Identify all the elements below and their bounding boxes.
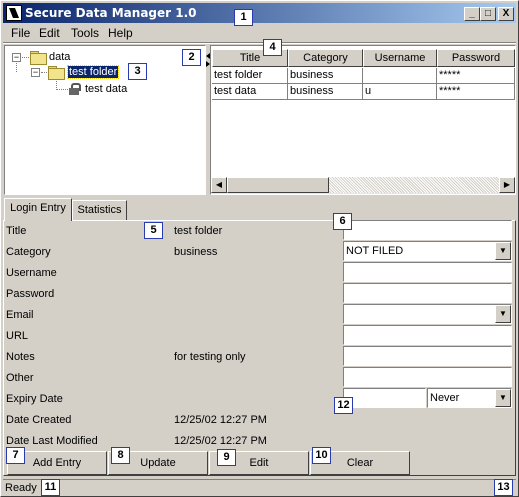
other-field[interactable] xyxy=(343,367,512,387)
category-select-value: NOT FILED xyxy=(346,245,404,257)
badge-13: 13 xyxy=(494,479,513,496)
label-other: Other xyxy=(6,372,34,384)
col-header-username[interactable]: Username xyxy=(363,49,437,67)
tree-node-test-data[interactable]: test data xyxy=(85,83,127,95)
scroll-left-icon[interactable]: ◀ xyxy=(211,177,227,193)
value-notes: for testing only xyxy=(174,351,246,363)
menu-tools[interactable]: Tools xyxy=(71,26,99,40)
value-date-modified: 12/25/02 12:27 PM xyxy=(174,435,267,447)
maximize-button[interactable]: □ xyxy=(480,7,496,21)
status-bar: Ready xyxy=(3,479,516,495)
scroll-thumb[interactable] xyxy=(227,177,329,193)
label-category: Category xyxy=(6,246,51,258)
tree-node-data[interactable]: data xyxy=(49,51,70,63)
col-header-category[interactable]: Category xyxy=(288,49,363,67)
cell-title[interactable]: test folder xyxy=(212,68,288,84)
category-select[interactable]: NOT FILED ▼ xyxy=(343,241,512,261)
badge-1: 1 xyxy=(234,9,253,26)
status-text: Ready xyxy=(5,482,37,494)
badge-4: 4 xyxy=(263,39,282,56)
label-notes: Notes xyxy=(6,351,35,363)
cell-category[interactable]: business xyxy=(288,84,363,100)
label-email: Email xyxy=(6,309,34,321)
close-button[interactable]: X xyxy=(498,7,514,21)
scroll-track[interactable] xyxy=(329,177,499,193)
folder-icon xyxy=(30,51,47,65)
badge-6: 6 xyxy=(333,213,352,230)
cell-username[interactable] xyxy=(363,68,437,84)
username-field[interactable] xyxy=(343,262,512,282)
scroll-right-icon[interactable]: ▶ xyxy=(499,177,515,193)
minimize-button[interactable]: _ xyxy=(464,7,480,21)
cell-category[interactable]: business xyxy=(288,68,363,84)
cell-password[interactable]: ***** xyxy=(437,84,515,100)
badge-9: 9 xyxy=(217,449,236,466)
expiry-select[interactable]: Never ▼ xyxy=(427,388,512,408)
badge-3: 3 xyxy=(128,63,147,80)
tree-node-test-folder[interactable]: test folder xyxy=(66,65,120,79)
label-title: Title xyxy=(6,225,27,237)
badge-7: 7 xyxy=(6,447,25,464)
url-field[interactable] xyxy=(343,325,512,345)
folder-tree[interactable]: − data − test folder test data xyxy=(4,45,206,195)
label-date-modified: Date Last Modified xyxy=(6,435,98,447)
cell-username[interactable]: u xyxy=(363,84,437,100)
expiry-select-value: Never xyxy=(430,392,460,404)
value-date-created: 12/25/02 12:27 PM xyxy=(174,414,267,426)
cell-title[interactable]: test data xyxy=(212,84,288,100)
menu-edit[interactable]: Edit xyxy=(39,26,60,40)
collapse-icon[interactable]: − xyxy=(12,53,21,62)
menu-bar: File Edit Tools Help xyxy=(3,24,516,42)
chevron-down-icon[interactable]: ▼ xyxy=(495,389,511,407)
window-title: Secure Data Manager 1.0 xyxy=(25,6,197,20)
title-field[interactable] xyxy=(343,220,512,240)
badge-10: 10 xyxy=(312,447,331,464)
chevron-down-icon[interactable]: ▼ xyxy=(495,305,511,323)
menu-file[interactable]: File xyxy=(11,26,30,40)
label-username: Username xyxy=(6,267,57,279)
value-title: test folder xyxy=(174,225,223,237)
value-category: business xyxy=(174,246,218,258)
expiry-date-field[interactable] xyxy=(343,388,426,408)
label-password: Password xyxy=(6,288,55,300)
badge-8: 8 xyxy=(111,447,130,464)
tab-login-entry[interactable]: Login Entry xyxy=(4,198,72,221)
app-icon xyxy=(6,5,22,21)
password-field[interactable] xyxy=(343,283,512,303)
label-date-created: Date Created xyxy=(6,414,72,426)
tab-statistics[interactable]: Statistics xyxy=(72,200,127,220)
col-header-password[interactable]: Password xyxy=(437,49,515,67)
main-window: Secure Data Manager 1.0 _ □ X File Edit … xyxy=(0,0,519,497)
menu-separator xyxy=(3,42,516,44)
title-bar[interactable]: Secure Data Manager 1.0 _ □ X xyxy=(3,3,516,23)
horizontal-scrollbar[interactable]: ◀ ▶ xyxy=(211,177,515,194)
badge-11: 11 xyxy=(41,479,60,496)
badge-5: 5 xyxy=(144,222,163,239)
entries-table[interactable]: Title Category Username Password test fo… xyxy=(210,45,516,195)
label-expiry-date: Expiry Date xyxy=(6,393,63,405)
email-select[interactable]: ▼ xyxy=(343,304,512,324)
lock-icon xyxy=(69,83,81,95)
label-url: URL xyxy=(6,330,29,342)
chevron-down-icon[interactable]: ▼ xyxy=(495,242,511,260)
menu-help[interactable]: Help xyxy=(108,26,133,40)
collapse-icon[interactable]: − xyxy=(31,68,40,77)
badge-12: 12 xyxy=(334,397,353,414)
notes-field[interactable] xyxy=(343,346,512,366)
badge-2: 2 xyxy=(182,49,201,66)
cell-password[interactable]: ***** xyxy=(437,68,515,84)
folder-open-icon xyxy=(48,66,65,80)
